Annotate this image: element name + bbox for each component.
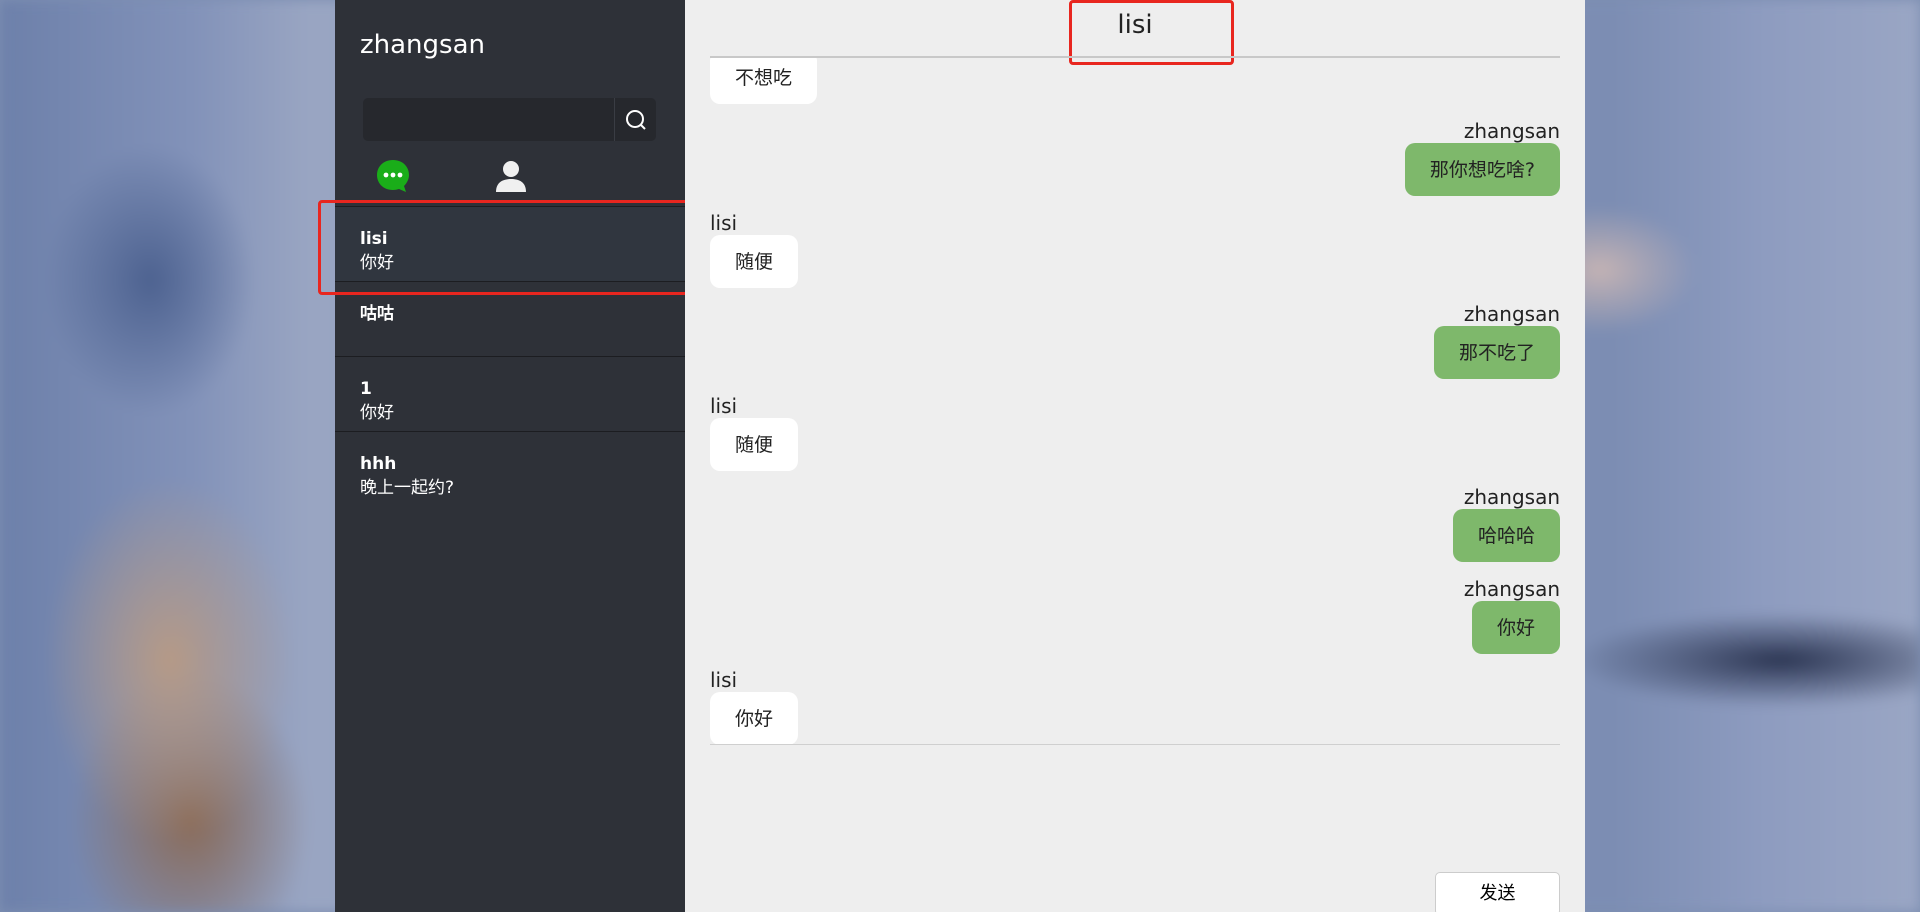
conversation-item[interactable]: 咕咕: [335, 281, 685, 356]
conversation-item[interactable]: hhh 晚上一起约?: [335, 431, 685, 506]
message-item: lisi 你好: [710, 668, 799, 744]
message-bubble: 那你想吃啥?: [1404, 143, 1560, 196]
conversation-name: 1: [360, 379, 372, 399]
message-bubble: 那不吃了: [1433, 326, 1560, 379]
conversation-item[interactable]: lisi 你好: [335, 206, 685, 281]
chat-panel: lisi 不想吃 zhangsan 那你想吃啥? lisi 随便 zhangsa…: [685, 0, 1585, 912]
conversation-name: hhh: [360, 454, 397, 474]
message-sender: lisi: [710, 211, 738, 235]
message-bubble: 不想吃: [710, 58, 818, 104]
message-sender: lisi: [710, 394, 738, 418]
message-bubble: 随便: [710, 418, 799, 471]
search-button[interactable]: [614, 98, 656, 141]
conversation-last-message: 你好: [360, 253, 394, 273]
search-icon: [625, 109, 646, 130]
message-sender: lisi: [710, 668, 738, 692]
conversation-name: 咕咕: [360, 304, 394, 324]
current-user-name: zhangsan: [360, 30, 485, 60]
conversation-item[interactable]: 1 你好: [335, 356, 685, 431]
message-sender: zhangsan: [1463, 577, 1560, 601]
message-bubble: 随便: [710, 235, 799, 288]
message-item: zhangsan 哈哈哈: [1452, 485, 1560, 562]
chat-title: lisi: [1117, 10, 1153, 40]
search-input[interactable]: [363, 98, 614, 141]
user-icon: [496, 161, 526, 192]
send-button[interactable]: 发送: [1435, 872, 1560, 912]
tab-chats[interactable]: [375, 158, 411, 194]
conversation-last-message: 晚上一起约?: [360, 478, 455, 498]
message-item: lisi 随便: [710, 211, 799, 288]
message-bubble: 哈哈哈: [1452, 509, 1560, 562]
message-item: zhangsan 那不吃了: [1433, 302, 1560, 379]
conversation-last-message: 你好: [360, 403, 394, 423]
message-bubble: 你好: [710, 692, 799, 744]
message-list: 不想吃 zhangsan 那你想吃啥? lisi 随便 zhangsan 那不吃…: [710, 58, 1560, 744]
search-box: [363, 98, 656, 141]
message-sender: zhangsan: [1463, 119, 1560, 143]
chat-bubble-icon: [377, 160, 409, 192]
conversation-name: lisi: [360, 229, 388, 249]
message-sender: zhangsan: [1463, 485, 1560, 509]
tab-contacts[interactable]: [493, 158, 529, 194]
message-item: 不想吃: [710, 58, 818, 104]
message-item: zhangsan 你好: [1464, 577, 1560, 654]
message-sender: zhangsan: [1463, 302, 1560, 326]
sidebar: zhangsan lisi 你好 咕咕 1 你好 hhh 晚上一起约?: [318, 0, 703, 912]
message-item: zhangsan 那你想吃啥?: [1404, 119, 1560, 196]
conversation-list: lisi 你好 咕咕 1 你好 hhh 晚上一起约?: [335, 206, 685, 506]
message-item: lisi 随便: [710, 394, 799, 471]
message-bubble: 你好: [1471, 601, 1560, 654]
composer-divider: [710, 744, 1560, 745]
chat-app: zhangsan lisi 你好 咕咕 1 你好 hhh 晚上一起约? lisi…: [318, 0, 1585, 912]
